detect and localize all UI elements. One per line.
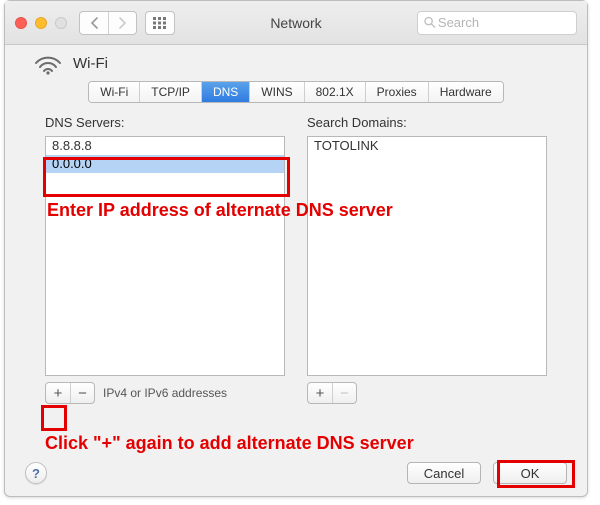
search-domains-column: Search Domains: TOTOLINK + −	[307, 115, 547, 404]
cancel-button[interactable]: Cancel	[407, 462, 481, 484]
wifi-icon	[33, 51, 63, 75]
tab-8021x[interactable]: 802.1X	[305, 82, 366, 102]
show-all-button[interactable]	[145, 11, 175, 35]
dns-servers-column: DNS Servers: 8.8.8.8 0.0.0.0 + − IPv4 or…	[45, 115, 285, 404]
help-button[interactable]: ?	[25, 462, 47, 484]
network-window: Network Wi-Fi Wi-Fi TCP/IP DNS WINS 802.…	[4, 0, 588, 497]
search-domains-list[interactable]: TOTOLINK	[307, 136, 547, 376]
search-domains-label: Search Domains:	[307, 115, 547, 130]
dns-panel: DNS Servers: 8.8.8.8 0.0.0.0 + − IPv4 or…	[5, 115, 587, 404]
list-item[interactable]: TOTOLINK	[308, 137, 546, 155]
tab-row: Wi-Fi TCP/IP DNS WINS 802.1X Proxies Har…	[5, 79, 587, 115]
search-field-wrap[interactable]	[417, 11, 577, 35]
dns-servers-list[interactable]: 8.8.8.8 0.0.0.0	[45, 136, 285, 376]
tab-dns[interactable]: DNS	[202, 82, 250, 102]
search-input[interactable]	[436, 14, 570, 31]
forward-button[interactable]	[108, 12, 136, 34]
annotation-box-plus	[41, 405, 67, 431]
domains-controls: + −	[307, 382, 547, 404]
ok-button[interactable]: OK	[493, 462, 567, 484]
dns-remove-button[interactable]: −	[70, 383, 94, 403]
dns-add-button[interactable]: +	[46, 383, 70, 403]
tab-wifi[interactable]: Wi-Fi	[89, 82, 140, 102]
nav-buttons	[79, 11, 137, 35]
close-window-button[interactable]	[15, 17, 27, 29]
footer: ? Cancel OK	[25, 462, 567, 484]
connection-name: Wi-Fi	[73, 55, 108, 72]
search-icon	[424, 16, 436, 29]
dns-plus-minus: + −	[45, 382, 95, 404]
tab-wins[interactable]: WINS	[250, 82, 304, 102]
tab-hardware[interactable]: Hardware	[429, 82, 503, 102]
dns-servers-label: DNS Servers:	[45, 115, 285, 130]
list-item[interactable]: 8.8.8.8	[46, 137, 284, 155]
tabs: Wi-Fi TCP/IP DNS WINS 802.1X Proxies Har…	[88, 81, 503, 103]
zoom-window-button[interactable]	[55, 17, 67, 29]
annotation-text-2: Click "+" again to add alternate DNS ser…	[45, 433, 414, 454]
tab-tcpip[interactable]: TCP/IP	[140, 82, 202, 102]
domains-plus-minus: + −	[307, 382, 357, 404]
traffic-lights	[15, 17, 67, 29]
titlebar: Network	[5, 1, 587, 45]
tab-proxies[interactable]: Proxies	[366, 82, 429, 102]
minimize-window-button[interactable]	[35, 17, 47, 29]
dns-hint: IPv4 or IPv6 addresses	[103, 386, 227, 400]
connection-header: Wi-Fi	[5, 45, 587, 79]
domains-add-button[interactable]: +	[308, 383, 332, 403]
list-item[interactable]: 0.0.0.0	[46, 155, 284, 173]
domains-remove-button[interactable]: −	[332, 383, 356, 403]
dns-controls: + − IPv4 or IPv6 addresses	[45, 382, 285, 404]
back-button[interactable]	[80, 12, 108, 34]
